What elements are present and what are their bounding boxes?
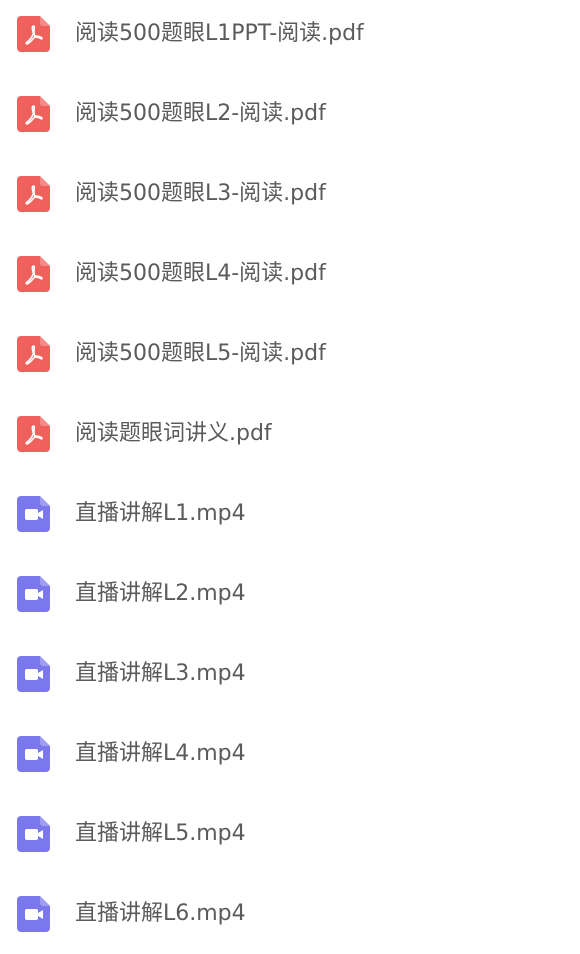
pdf-file-icon bbox=[17, 176, 50, 212]
video-file-icon bbox=[17, 496, 50, 532]
file-row[interactable]: 阅读题眼词讲义.pdf bbox=[0, 394, 580, 474]
file-name: 直播讲解L6.mp4 bbox=[75, 901, 246, 926]
video-file-icon bbox=[17, 656, 50, 692]
video-file-icon bbox=[17, 576, 50, 612]
file-row[interactable]: 直播讲解L5.mp4 bbox=[0, 794, 580, 874]
file-row[interactable]: 阅读500题眼L5-阅读.pdf bbox=[0, 314, 580, 394]
video-file-icon bbox=[17, 816, 50, 852]
pdf-file-icon bbox=[17, 336, 50, 372]
file-name: 阅读500题眼L3-阅读.pdf bbox=[75, 181, 326, 206]
file-name: 直播讲解L1.mp4 bbox=[75, 501, 246, 526]
pdf-file-icon bbox=[17, 256, 50, 292]
file-row[interactable]: 直播讲解L2.mp4 bbox=[0, 554, 580, 634]
file-row[interactable]: 阅读500题眼L3-阅读.pdf bbox=[0, 154, 580, 234]
file-row[interactable]: 直播讲解L1.mp4 bbox=[0, 474, 580, 554]
file-name: 直播讲解L5.mp4 bbox=[75, 821, 246, 846]
file-list: 阅读500题眼L1PPT-阅读.pdf 阅读500题眼L2-阅读.pdf 阅读5… bbox=[0, 0, 580, 952]
pdf-file-icon bbox=[17, 16, 50, 52]
file-name: 阅读500题眼L1PPT-阅读.pdf bbox=[75, 21, 364, 46]
file-row[interactable]: 直播讲解L3.mp4 bbox=[0, 634, 580, 714]
pdf-file-icon bbox=[17, 96, 50, 132]
file-row[interactable]: 阅读500题眼L1PPT-阅读.pdf bbox=[0, 0, 580, 74]
file-name: 直播讲解L3.mp4 bbox=[75, 661, 246, 686]
video-file-icon bbox=[17, 736, 50, 772]
file-row[interactable]: 阅读500题眼L2-阅读.pdf bbox=[0, 74, 580, 154]
video-file-icon bbox=[17, 896, 50, 932]
file-name: 阅读题眼词讲义.pdf bbox=[75, 421, 272, 446]
file-name: 阅读500题眼L5-阅读.pdf bbox=[75, 341, 326, 366]
file-row[interactable]: 直播讲解L4.mp4 bbox=[0, 714, 580, 794]
file-row[interactable]: 阅读500题眼L4-阅读.pdf bbox=[0, 234, 580, 314]
file-name: 直播讲解L2.mp4 bbox=[75, 581, 246, 606]
file-row[interactable]: 直播讲解L6.mp4 bbox=[0, 874, 580, 954]
file-name: 阅读500题眼L2-阅读.pdf bbox=[75, 101, 326, 126]
pdf-file-icon bbox=[17, 416, 50, 452]
file-name: 直播讲解L4.mp4 bbox=[75, 741, 246, 766]
file-name: 阅读500题眼L4-阅读.pdf bbox=[75, 261, 326, 286]
